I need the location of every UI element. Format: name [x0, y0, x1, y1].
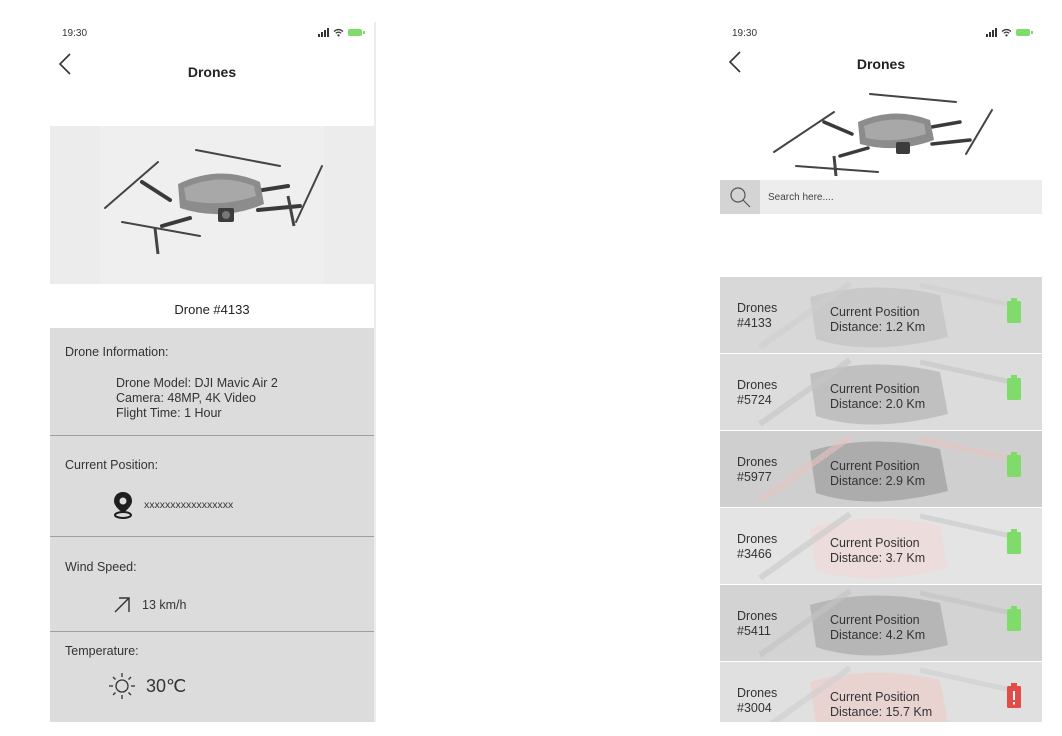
- drone-list-screen: 19:30 Drones Search here.... Drones #413…: [720, 22, 1042, 722]
- drone-id-label: Drones: [737, 609, 778, 623]
- drone-list-item[interactable]: Drones #4133 Current Position Distance: 1.2…: [720, 277, 1042, 354]
- signal-icon: [318, 28, 329, 37]
- battery-full-icon: [1007, 452, 1021, 477]
- wifi-icon: [333, 28, 344, 37]
- drone-name-label: Drone #4133: [174, 302, 250, 317]
- search-button[interactable]: [720, 180, 760, 214]
- wifi-icon: [1001, 28, 1012, 37]
- map-pin-icon: [114, 492, 132, 519]
- drone-info-panel: Drone Information: Drone Model: DJI Mavi…: [50, 328, 374, 722]
- drone-image: [50, 126, 374, 284]
- drone-list: Drones #4133 Current Position Distance: 1.2…: [720, 277, 1042, 722]
- drone-list-item[interactable]: Drones #5977 Current Position Distance: 2.9…: [720, 431, 1042, 508]
- drone-id-label: Drones: [737, 301, 778, 315]
- current-position-label: Current Position: [830, 305, 920, 319]
- drone-list-item[interactable]: Drones #5724 Current Position Distance: 2.0…: [720, 354, 1042, 431]
- current-position-label: Current Position: [830, 382, 920, 396]
- drone-id-number: #3466: [737, 547, 772, 561]
- wind-speed-heading: Wind Speed:: [65, 560, 137, 574]
- status-time: 19:30: [62, 28, 88, 39]
- flight-time-text: Flight Time: 1 Hour: [116, 406, 222, 420]
- status-bar: 19:30: [62, 26, 365, 42]
- drone-list-item[interactable]: Drones #5411 Current Position Distance: 4.2…: [720, 585, 1042, 662]
- drone-id-number: #5411: [737, 624, 771, 638]
- drone-information-heading: Drone Information:: [65, 345, 169, 359]
- battery-status-icon: [1016, 29, 1033, 36]
- current-position-label: Current Position: [830, 459, 920, 473]
- drone-list-item[interactable]: Drones #3004 Current Position Distance: 15.…: [720, 662, 1042, 722]
- current-position-label: Current Position: [830, 690, 920, 704]
- status-bar: 19:30: [732, 26, 1033, 42]
- current-position-heading: Current Position:: [65, 458, 159, 472]
- battery-full-icon: [1007, 375, 1021, 400]
- battery-full-icon: [1007, 298, 1021, 323]
- distance-text: Distance: 2.0 Km: [830, 397, 926, 411]
- distance-text: Distance: 15.7 Km: [830, 705, 933, 719]
- drone-id-number: #5977: [737, 470, 772, 484]
- page-title: Drones: [187, 64, 237, 80]
- drone-model-text: Drone Model: DJI Mavic Air 2: [116, 376, 278, 390]
- distance-text: Distance: 4.2 Km: [830, 628, 926, 642]
- drone-information-section: Drone Information: Drone Model: DJI Mavi…: [50, 328, 374, 436]
- distance-text: Distance: 2.9 Km: [830, 474, 926, 488]
- battery-low-icon: [1007, 683, 1021, 708]
- wind-speed-section: Wind Speed: 13 km/h: [50, 537, 374, 632]
- camera-text: Camera: 48MP, 4K Video: [116, 391, 256, 405]
- sun-icon: [109, 673, 135, 699]
- current-position-section: Current Position: xxxxxxxxxxxxxxxxx: [50, 436, 374, 537]
- search-bar: [720, 180, 1042, 214]
- drone-banner-image: [760, 82, 1000, 182]
- drone-id-label: Drones: [737, 378, 778, 392]
- drone-id-number: #4133: [737, 316, 772, 330]
- wind-speed-value: 13 km/h: [142, 598, 187, 612]
- drone-id-number: #3004: [737, 701, 772, 715]
- distance-text: Distance: 1.2 Km: [830, 320, 926, 334]
- battery-status-icon: [348, 29, 365, 36]
- current-position-label: Current Position: [830, 536, 920, 550]
- temperature-value: 30℃: [146, 675, 187, 696]
- search-icon: [730, 187, 751, 208]
- drone-id-number: #5724: [737, 393, 772, 407]
- distance-text: Distance: 3.7 Km: [830, 551, 926, 565]
- status-time: 19:30: [732, 28, 758, 39]
- drone-id-label: Drones: [737, 532, 778, 546]
- temperature-heading: Temperature:: [65, 644, 139, 658]
- current-position-label: Current Position: [830, 613, 920, 627]
- signal-icon: [986, 28, 997, 37]
- battery-full-icon: [1007, 606, 1021, 631]
- battery-full-icon: [1007, 529, 1021, 554]
- arrow-up-right-icon: [114, 597, 130, 613]
- page-title: Drones: [856, 56, 906, 72]
- temperature-section: Temperature: 30℃: [50, 632, 374, 722]
- drone-id-label: Drones: [737, 686, 778, 700]
- drone-id-label: Drones: [737, 455, 778, 469]
- current-position-value: xxxxxxxxxxxxxxxxx: [144, 499, 234, 511]
- drone-list-item[interactable]: Drones #3466 Current Position Distance: 3.7…: [720, 508, 1042, 585]
- search-input[interactable]: [760, 190, 1030, 204]
- drone-detail-screen: 19:30 Drones Drone #4133 Drone Informati…: [50, 22, 376, 722]
